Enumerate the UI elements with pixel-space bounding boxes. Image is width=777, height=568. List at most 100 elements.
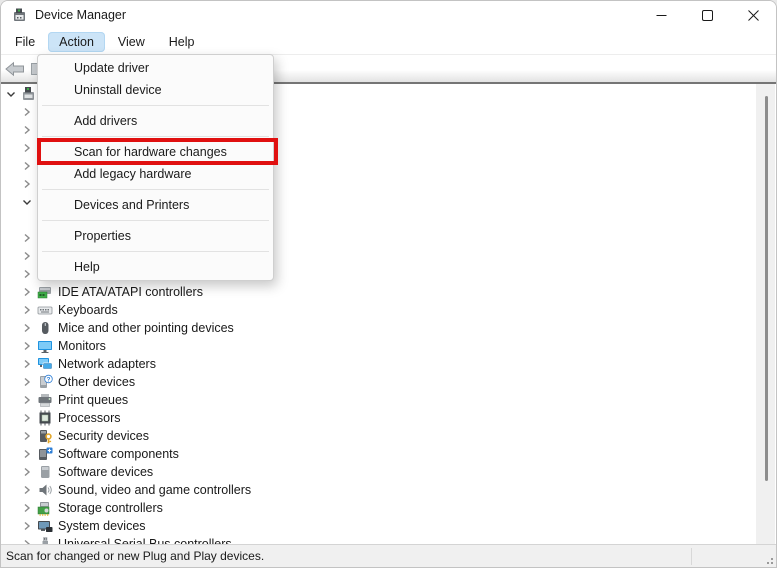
tree-item-label: Security devices xyxy=(58,429,150,443)
chevron-collapsed-icon[interactable] xyxy=(19,518,35,534)
close-icon xyxy=(747,9,759,21)
status-text: Scan for changed or new Plug and Play de… xyxy=(6,549,265,563)
close-button[interactable] xyxy=(730,1,776,29)
menu-item-help[interactable]: Help xyxy=(38,256,273,278)
menu-separator xyxy=(38,247,273,256)
tree-item-label: Sound, video and game controllers xyxy=(58,483,252,497)
chevron-collapsed-icon[interactable] xyxy=(19,338,35,354)
chevron-expanded-icon[interactable] xyxy=(3,86,19,102)
resize-grip-icon[interactable] xyxy=(762,553,774,565)
tree-item-software-components[interactable]: Software components xyxy=(1,445,776,463)
chevron-collapsed-icon[interactable] xyxy=(19,302,35,318)
keyboard-icon xyxy=(37,302,53,318)
tree-item-storage-controllers[interactable]: Storage controllers xyxy=(1,499,776,517)
device-manager-icon xyxy=(14,8,25,21)
action-menu-dropdown: Update driver Uninstall device Add drivers… xyxy=(37,54,274,281)
menu-item-uninstall-device[interactable]: Uninstall device xyxy=(38,79,273,101)
tree-item-label: Other devices xyxy=(58,375,136,389)
tree-item-keyboards[interactable]: Keyboards xyxy=(1,301,776,319)
security-icon xyxy=(37,428,53,444)
tree-item-label: Mice and other pointing devices xyxy=(58,321,234,335)
menubar: File Action View Help xyxy=(1,29,776,55)
chevron-collapsed-icon[interactable] xyxy=(19,464,35,480)
menu-item-add-legacy-hardware[interactable]: Add legacy hardware xyxy=(38,163,273,185)
tree-item-processors[interactable]: Processors xyxy=(1,409,776,427)
menu-separator xyxy=(38,185,273,194)
tree-item-label: Print queues xyxy=(58,393,129,407)
back-arrow-icon[interactable] xyxy=(5,61,25,77)
software-device-icon xyxy=(37,464,53,480)
sound-icon xyxy=(37,482,53,498)
tree-item-print-queues[interactable]: Print queues xyxy=(1,391,776,409)
tree-item-label: IDE ATA/ATAPI controllers xyxy=(58,285,203,299)
tree-item-label: Software components xyxy=(58,447,179,461)
minimize-button[interactable] xyxy=(638,1,684,29)
tree-item-security-devices[interactable]: Security devices xyxy=(1,427,776,445)
chevron-collapsed-icon[interactable] xyxy=(19,446,35,462)
tree-item-other-devices[interactable]: ? Other devices xyxy=(1,373,776,391)
tree-item-software-devices[interactable]: Software devices xyxy=(1,463,776,481)
storage-icon xyxy=(37,500,53,516)
maximize-icon xyxy=(701,9,713,21)
software-component-icon xyxy=(37,446,53,462)
chevron-expanded-icon[interactable] xyxy=(19,194,35,210)
tree-item-system-devices[interactable]: System devices xyxy=(1,517,776,535)
menu-separator xyxy=(38,216,273,225)
chevron-collapsed-icon[interactable] xyxy=(19,500,35,516)
tree-item-mice-and-other-pointing-devices[interactable]: Mice and other pointing devices xyxy=(1,319,776,337)
tree-item-sound-video-and-game-controllers[interactable]: Sound, video and game controllers xyxy=(1,481,776,499)
monitor-icon xyxy=(37,338,53,354)
menu-item-update-driver[interactable]: Update driver xyxy=(38,57,273,79)
tree-item-network-adapters[interactable]: Network adapters xyxy=(1,355,776,373)
menubar-item-file[interactable]: File xyxy=(4,32,46,52)
chevron-collapsed-icon[interactable] xyxy=(19,248,35,264)
maximize-button[interactable] xyxy=(684,1,730,29)
chevron-collapsed-icon[interactable] xyxy=(19,410,35,426)
vertical-scrollbar[interactable] xyxy=(756,84,775,544)
menu-separator xyxy=(38,101,273,110)
menubar-item-action[interactable]: Action xyxy=(48,31,105,52)
menu-item-properties[interactable]: Properties xyxy=(38,225,273,247)
chevron-collapsed-icon[interactable] xyxy=(19,158,35,174)
chevron-collapsed-icon[interactable] xyxy=(19,104,35,120)
network-icon xyxy=(37,356,53,372)
computer-icon xyxy=(21,86,37,102)
tree-item-universal-serial-bus-controllers[interactable]: Universal Serial Bus controllers xyxy=(1,535,776,544)
chevron-collapsed-icon[interactable] xyxy=(19,230,35,246)
chevron-collapsed-icon[interactable] xyxy=(19,482,35,498)
scrollbar-thumb[interactable] xyxy=(765,96,768,481)
chevron-collapsed-icon[interactable] xyxy=(19,356,35,372)
titlebar: Device Manager xyxy=(1,1,776,29)
tree-item-label: System devices xyxy=(58,519,146,533)
tree-item-label: Keyboards xyxy=(58,303,118,317)
chevron-collapsed-icon[interactable] xyxy=(19,428,35,444)
chevron-collapsed-icon[interactable] xyxy=(19,320,35,336)
statusbar: Scan for changed or new Plug and Play de… xyxy=(1,544,776,567)
chevron-collapsed-icon[interactable] xyxy=(19,176,35,192)
menu-item-devices-and-printers[interactable]: Devices and Printers xyxy=(38,194,273,216)
chevron-collapsed-icon[interactable] xyxy=(19,374,35,390)
chevron-collapsed-icon[interactable] xyxy=(19,392,35,408)
chevron-collapsed-icon[interactable] xyxy=(19,140,35,156)
svg-text:?: ? xyxy=(47,376,51,383)
tree-item-label: Universal Serial Bus controllers xyxy=(58,537,232,544)
tree-item-label: Software devices xyxy=(58,465,154,479)
chevron-none-icon xyxy=(19,212,35,228)
processor-icon xyxy=(37,410,53,426)
tree-item-ide-ata-atapi-controllers[interactable]: IDE ATA/ATAPI controllers xyxy=(1,283,776,301)
printer-icon xyxy=(37,392,53,408)
chevron-collapsed-icon[interactable] xyxy=(19,284,35,300)
ide-icon xyxy=(37,284,53,300)
usb-icon xyxy=(37,536,53,544)
menu-item-add-drivers[interactable]: Add drivers xyxy=(38,110,273,132)
device-manager-window: Device Manager File Action View Help IDE AT… xyxy=(0,0,777,568)
minimize-icon xyxy=(656,14,666,16)
tree-item-monitors[interactable]: Monitors xyxy=(1,337,776,355)
menu-item-scan-for-hardware-changes[interactable]: Scan for hardware changes xyxy=(38,141,273,163)
tree-item-label: Network adapters xyxy=(58,357,156,371)
chevron-collapsed-icon[interactable] xyxy=(19,266,35,282)
menubar-item-view[interactable]: View xyxy=(107,32,156,52)
menubar-item-help[interactable]: Help xyxy=(158,32,206,52)
chevron-collapsed-icon[interactable] xyxy=(19,536,35,544)
chevron-collapsed-icon[interactable] xyxy=(19,122,35,138)
